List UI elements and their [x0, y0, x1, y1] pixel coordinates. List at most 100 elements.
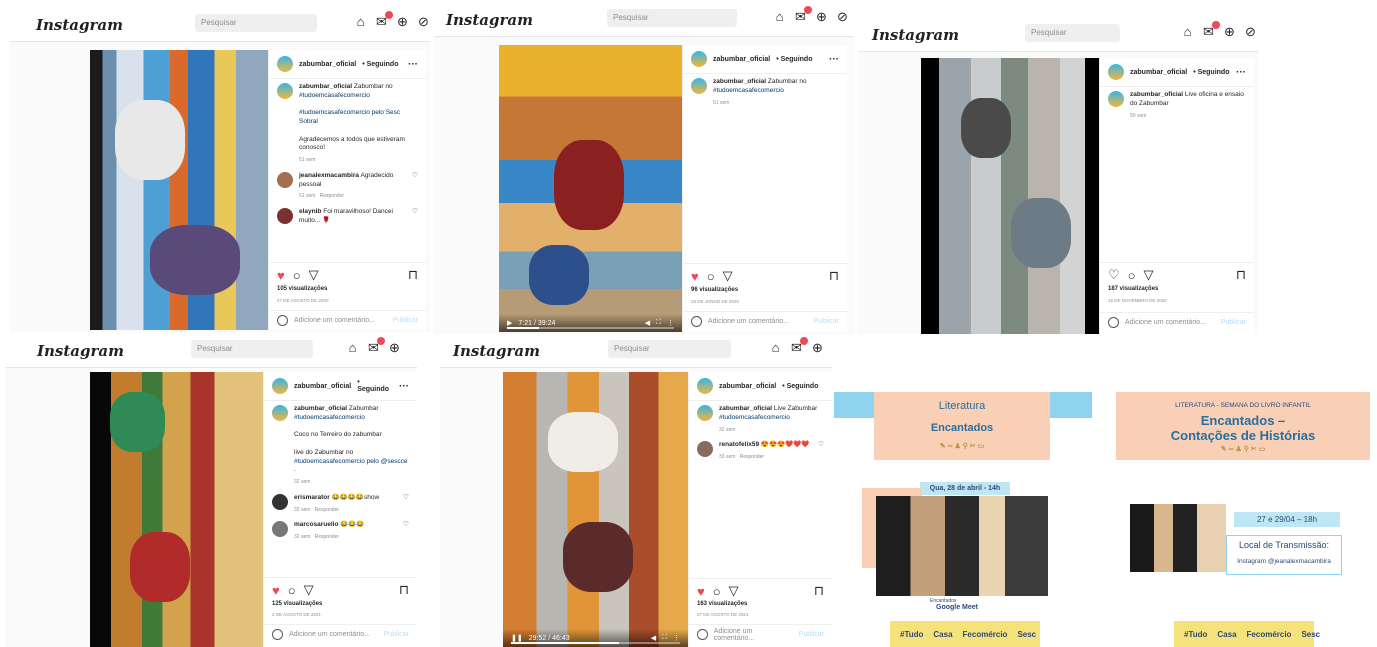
like-icon[interactable]: ♥ — [691, 269, 699, 284]
fullscreen-icon[interactable]: ⛶ — [662, 634, 667, 642]
explore-icon[interactable]: ⊘ — [1243, 24, 1258, 40]
avatar[interactable] — [272, 378, 288, 394]
avatar[interactable] — [697, 378, 713, 394]
username[interactable]: zabumbar_oficial — [713, 56, 770, 63]
publish-button[interactable]: Publicar — [384, 631, 409, 638]
username[interactable]: zabumbar_oficial — [299, 61, 356, 68]
home-icon[interactable]: ⌂ — [353, 14, 368, 30]
comment-input[interactable]: Adicione um comentário... — [708, 318, 789, 325]
instagram-logo[interactable]: Instagram — [36, 16, 123, 34]
emoji-icon[interactable] — [277, 315, 288, 326]
bookmark-icon[interactable]: ⊓ — [814, 583, 824, 599]
new-post-icon[interactable]: ⊕ — [814, 9, 829, 25]
like-icon[interactable]: ♥ — [272, 583, 280, 598]
username[interactable]: zabumbar_oficial — [1130, 69, 1187, 76]
reply-link[interactable]: Responder — [315, 507, 339, 513]
like-comment-icon[interactable]: ♡ — [412, 172, 418, 200]
messenger-icon[interactable]: ✉ — [374, 11, 393, 30]
instagram-logo[interactable]: Instagram — [453, 342, 540, 360]
menu-icon[interactable]: ⋮ — [673, 634, 680, 642]
search-input[interactable]: Pesquisar — [607, 9, 737, 27]
search-input[interactable]: Pesquisar — [191, 340, 313, 358]
new-post-icon[interactable]: ⊕ — [1222, 24, 1237, 40]
comment-icon[interactable]: ○ — [288, 583, 296, 598]
publish-button[interactable]: Publicar — [1221, 319, 1246, 326]
search-input[interactable]: Pesquisar — [195, 14, 317, 32]
more-options-icon[interactable]: ··· — [399, 381, 409, 392]
publish-button[interactable]: Publicar — [814, 318, 839, 325]
messenger-icon[interactable]: ✉ — [793, 6, 812, 25]
username[interactable]: zabumbar_oficial — [294, 383, 351, 390]
search-input[interactable]: Pesquisar — [608, 340, 731, 358]
home-icon[interactable]: ⌂ — [772, 9, 787, 25]
share-icon[interactable]: ▽ — [729, 583, 739, 599]
avatar[interactable] — [1108, 64, 1124, 80]
bookmark-icon[interactable]: ⊓ — [829, 268, 839, 284]
comment-icon[interactable]: ○ — [1128, 268, 1136, 283]
new-post-icon[interactable]: ⊕ — [395, 14, 410, 30]
home-icon[interactable]: ⌂ — [345, 340, 360, 356]
instagram-logo[interactable]: Instagram — [872, 26, 959, 44]
reply-link[interactable]: Responder — [320, 193, 344, 199]
share-icon[interactable]: ▽ — [309, 267, 319, 283]
post-image[interactable] — [90, 372, 263, 647]
messenger-icon[interactable]: ✉ — [789, 337, 808, 356]
more-options-icon[interactable]: ··· — [408, 59, 418, 70]
new-post-icon[interactable]: ⊕ — [810, 340, 825, 356]
home-icon[interactable]: ⌂ — [1180, 24, 1195, 40]
emoji-icon[interactable] — [697, 629, 708, 640]
like-comment-icon[interactable]: ♡ — [403, 494, 409, 514]
post-video[interactable] — [90, 50, 268, 330]
instagram-logo[interactable]: Instagram — [446, 11, 533, 29]
comment-icon[interactable]: ○ — [293, 268, 301, 283]
bookmark-icon[interactable]: ⊓ — [399, 582, 409, 598]
reply-link[interactable]: Responder — [315, 534, 339, 540]
pause-icon[interactable]: ❚❚ — [511, 634, 523, 642]
like-icon[interactable]: ♡ — [1108, 267, 1120, 283]
post-video[interactable]: ❚❚ 29:52 / 46:43 ◀ ⛶ ⋮ — [503, 372, 688, 647]
bookmark-icon[interactable]: ⊓ — [1236, 267, 1246, 283]
messenger-icon[interactable]: ✉ — [366, 337, 385, 356]
home-icon[interactable]: ⌂ — [768, 340, 783, 356]
more-options-icon[interactable]: ··· — [1236, 67, 1246, 78]
publish-button[interactable]: Publicar — [393, 317, 418, 324]
explore-icon[interactable]: ⊘ — [416, 14, 430, 30]
play-icon[interactable]: ▶ — [507, 319, 512, 327]
like-comment-icon[interactable]: ♡ — [403, 521, 409, 541]
share-icon[interactable]: ▽ — [1144, 267, 1154, 283]
like-icon[interactable]: ♥ — [697, 584, 705, 599]
volume-icon[interactable]: ◀ — [651, 634, 656, 642]
emoji-icon[interactable] — [691, 316, 702, 327]
comment-input[interactable]: Adicione um comentário... — [1125, 319, 1206, 326]
comment-input[interactable]: Adicione um comentário... — [289, 631, 370, 638]
post-video[interactable]: ▶ 7:21 / 39:24 ◀ ⛶ ⋮ — [499, 45, 682, 332]
like-icon[interactable]: ♥ — [277, 268, 285, 283]
emoji-icon[interactable] — [1108, 317, 1119, 328]
comment-icon[interactable]: ○ — [713, 584, 721, 599]
username[interactable]: zabumbar_oficial — [719, 383, 776, 390]
more-options-icon[interactable]: ··· — [829, 54, 839, 65]
comment-input[interactable]: Adicione um comentário... — [294, 317, 375, 324]
volume-icon[interactable]: ◀ — [645, 319, 650, 327]
new-post-icon[interactable]: ⊕ — [387, 340, 402, 356]
comment-input[interactable]: Adicione um comentário... — [714, 628, 793, 642]
share-icon[interactable]: ▽ — [304, 582, 314, 598]
messenger-icon[interactable]: ✉ — [1201, 21, 1220, 40]
menu-icon[interactable]: ⋮ — [667, 319, 674, 327]
publish-button[interactable]: Publicar — [799, 631, 824, 638]
video-progress[interactable] — [507, 327, 674, 329]
explore-icon[interactable]: ⊘ — [835, 9, 850, 25]
search-input[interactable]: Pesquisar — [1025, 24, 1120, 42]
share-icon[interactable]: ▽ — [723, 268, 733, 284]
avatar[interactable] — [691, 51, 707, 67]
emoji-icon[interactable] — [272, 629, 283, 640]
video-progress[interactable] — [511, 642, 680, 644]
avatar[interactable] — [277, 56, 293, 72]
fullscreen-icon[interactable]: ⛶ — [656, 319, 661, 327]
comment-icon[interactable]: ○ — [707, 269, 715, 284]
like-comment-icon[interactable]: ♡ — [412, 208, 418, 226]
like-comment-icon[interactable]: ♡ — [818, 441, 824, 461]
reply-link[interactable]: Responder — [740, 454, 764, 460]
bookmark-icon[interactable]: ⊓ — [408, 267, 418, 283]
instagram-logo[interactable]: Instagram — [37, 342, 124, 360]
